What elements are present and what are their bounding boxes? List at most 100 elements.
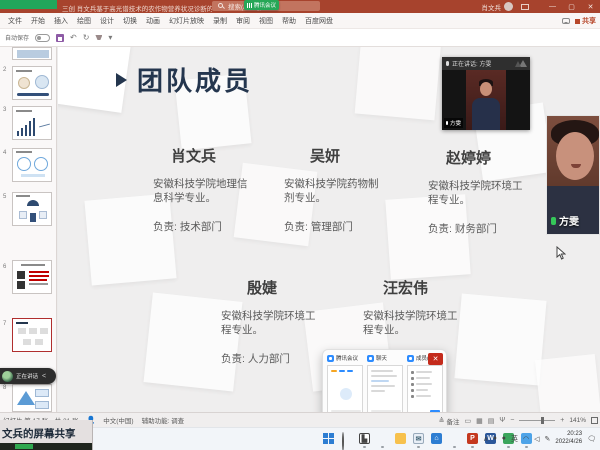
collapse-chevron-icon[interactable]: < bbox=[42, 373, 46, 380]
chat-app-icon bbox=[367, 355, 374, 362]
tab-animations[interactable]: 动画 bbox=[146, 16, 160, 26]
tab-draw[interactable]: 绘图 bbox=[77, 16, 91, 26]
taskbar-clock[interactable]: 20:23 2022/4/26 bbox=[555, 431, 582, 445]
taskbar-search-icon[interactable] bbox=[341, 433, 352, 444]
tab-help[interactable]: 帮助 bbox=[282, 16, 296, 26]
store-icon[interactable]: ⌂ bbox=[431, 433, 442, 444]
preview-meeting[interactable]: 腾讯会议 bbox=[327, 354, 365, 417]
thumbnail-slide-5[interactable] bbox=[12, 192, 52, 226]
accessibility-status[interactable]: 辅助功能: 调查 bbox=[142, 415, 185, 425]
preview-thumbnail[interactable] bbox=[327, 365, 363, 417]
person-body bbox=[472, 98, 500, 130]
share-button[interactable]: 共享 bbox=[575, 16, 596, 26]
thumbnail-slide-6[interactable] bbox=[12, 260, 52, 294]
close-button[interactable]: ✕ bbox=[581, 0, 600, 13]
notes-button[interactable]: 备注 bbox=[439, 416, 460, 426]
tab-review[interactable]: 审阅 bbox=[236, 16, 250, 26]
quick-access-toolbar: 自动保存 ↶ ↻ ▾ bbox=[0, 29, 600, 47]
language-status[interactable]: 中文(中国) bbox=[103, 415, 133, 425]
autosave-label: 自动保存 bbox=[5, 33, 29, 42]
minimize-button[interactable]: — bbox=[543, 0, 562, 13]
thumbnail-slide-1[interactable] bbox=[12, 47, 52, 60]
slideshow-view-icon[interactable]: Ψ bbox=[499, 417, 505, 424]
thumbnail-slide-4[interactable] bbox=[12, 148, 52, 182]
speaker-name: 方雯 bbox=[450, 119, 461, 127]
thumbnail-slide-3[interactable] bbox=[12, 106, 52, 140]
fit-to-window-icon[interactable] bbox=[591, 417, 598, 424]
slide-thumbnail-panel[interactable]: 2 3 4 5 bbox=[0, 47, 57, 412]
member-role: 负责: 技术部门 bbox=[153, 219, 249, 234]
speaking-label: 正在讲话: 方雯 bbox=[452, 59, 491, 68]
member-name: 吴妍 bbox=[310, 145, 380, 166]
tab-file[interactable]: 文件 bbox=[8, 16, 22, 26]
member-card-2: 吴妍 安徽科技学院药物制剂专业。 负责: 管理部门 bbox=[284, 145, 380, 234]
save-icon[interactable] bbox=[56, 34, 64, 42]
mail-icon[interactable]: ✉ bbox=[413, 433, 424, 444]
tab-home[interactable]: 开始 bbox=[31, 16, 45, 26]
start-slideshow-icon[interactable] bbox=[95, 35, 102, 40]
meeting-floating-pill[interactable]: 正在讲话 < bbox=[0, 368, 56, 384]
thumb-number: 7 bbox=[3, 321, 6, 327]
preview-close-button[interactable]: ✕ bbox=[428, 353, 443, 365]
tab-insert[interactable]: 插入 bbox=[54, 16, 68, 26]
thumb-number: 5 bbox=[3, 194, 6, 200]
preview-thumbnail[interactable] bbox=[407, 365, 443, 417]
thumbnail-slide-2[interactable] bbox=[12, 66, 52, 100]
tab-record[interactable]: 录制 bbox=[213, 16, 227, 26]
edge-icon[interactable] bbox=[377, 433, 388, 444]
preview-title: 聊天 bbox=[376, 354, 387, 362]
screen-share-window[interactable]: 文兵的屏幕共享 bbox=[0, 420, 93, 450]
firefox-icon[interactable] bbox=[449, 433, 460, 444]
participant-video-window[interactable]: 方雯 bbox=[546, 115, 600, 235]
tab-transitions[interactable]: 切换 bbox=[123, 16, 137, 26]
meeting-logo-icon bbox=[519, 60, 527, 67]
speaker-video-window[interactable]: 正在讲话: 方雯 方雯 bbox=[442, 57, 530, 130]
thumb-number: 4 bbox=[3, 150, 6, 156]
members-app-icon bbox=[407, 355, 414, 362]
preview-chat[interactable]: 聊天 bbox=[367, 354, 405, 417]
comments-icon[interactable] bbox=[562, 18, 570, 24]
title-bullet-icon bbox=[116, 73, 127, 87]
zoom-level[interactable]: 141% bbox=[569, 417, 586, 424]
maximize-button[interactable]: ▢ bbox=[562, 0, 581, 13]
wifi-icon[interactable]: ◠ bbox=[523, 435, 529, 443]
pill-label: 正在讲话 bbox=[16, 372, 38, 380]
member-name: 殷婕 bbox=[247, 277, 317, 298]
notepad-icon[interactable]: ▙ bbox=[359, 433, 370, 444]
preview-thumbnail[interactable] bbox=[367, 365, 403, 417]
tab-view[interactable]: 视图 bbox=[259, 16, 273, 26]
thumbnail-slide-7-selected[interactable] bbox=[12, 318, 52, 352]
normal-view-icon[interactable]: ▭ bbox=[464, 417, 471, 425]
file-explorer-icon[interactable] bbox=[395, 433, 406, 444]
tab-baidu-netdisk[interactable]: 百度网盘 bbox=[305, 16, 333, 26]
start-button[interactable] bbox=[323, 433, 334, 444]
tray-meeting-icon[interactable]: ● bbox=[502, 435, 506, 442]
member-name: 赵婷婷 bbox=[446, 147, 524, 168]
meeting-share-badge[interactable]: 腾讯会议 bbox=[244, 0, 279, 10]
notification-center-icon[interactable]: 🗨 bbox=[587, 435, 596, 443]
ime-indicator[interactable]: 英 bbox=[511, 434, 518, 444]
zoom-in-button[interactable]: + bbox=[560, 417, 564, 424]
slide-sorter-view-icon[interactable]: ▦ bbox=[476, 417, 483, 425]
tray-date: 2022/4/26 bbox=[555, 439, 582, 446]
tab-slideshow[interactable]: 幻灯片放映 bbox=[169, 16, 204, 26]
tab-design[interactable]: 设计 bbox=[100, 16, 114, 26]
thumbnail-slide-8[interactable] bbox=[12, 384, 52, 412]
tray-chevron-icon[interactable]: ∧ bbox=[483, 435, 488, 443]
zoom-slider-handle[interactable] bbox=[541, 417, 544, 424]
volume-icon[interactable]: ◁ bbox=[534, 435, 539, 443]
undo-icon[interactable]: ↶ bbox=[70, 33, 77, 42]
account-name[interactable]: 肖文兵 bbox=[482, 2, 502, 12]
account-avatar[interactable] bbox=[504, 2, 513, 11]
redo-icon[interactable]: ↻ bbox=[83, 33, 90, 42]
person-face bbox=[556, 132, 594, 180]
zoom-slider[interactable] bbox=[519, 420, 555, 421]
pen-icon[interactable]: ✎ bbox=[545, 435, 551, 443]
reading-view-icon[interactable]: ▤ bbox=[488, 417, 495, 425]
tray-mic-icon[interactable]: ♦ bbox=[493, 435, 497, 442]
qat-more-icon[interactable]: ▾ bbox=[108, 33, 112, 42]
zoom-out-button[interactable]: − bbox=[510, 417, 514, 424]
ribbon-display-options-icon[interactable] bbox=[521, 4, 529, 10]
powerpoint-icon[interactable]: P bbox=[467, 433, 478, 444]
autosave-toggle[interactable] bbox=[35, 34, 50, 42]
